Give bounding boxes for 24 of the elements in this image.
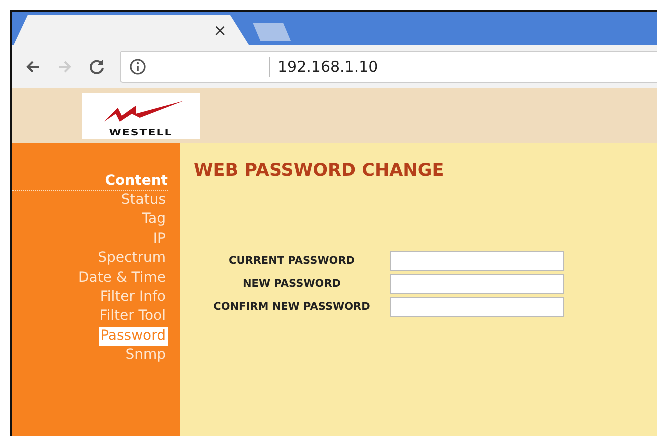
sidebar-item[interactable]: Filter Info	[98, 288, 168, 308]
address-bar[interactable]: 192.168.1.10	[120, 50, 657, 82]
sidebar-item[interactable]: Filter Tool	[98, 307, 168, 327]
page-title: WEB PASSWORD CHANGE	[194, 161, 446, 181]
field-label: CONFIRM NEW PASSWORD	[212, 301, 372, 313]
sidebar-item[interactable]: Snmp	[124, 346, 168, 366]
sidebar-item[interactable]: Spectrum	[96, 249, 168, 269]
tab-close-button[interactable]: ×	[214, 20, 227, 40]
browser-tab[interactable]: ×	[14, 15, 249, 45]
info-icon[interactable]	[129, 58, 147, 76]
sidebar-heading: Content	[12, 173, 168, 191]
reload-icon[interactable]	[88, 58, 106, 76]
password-field[interactable]	[390, 297, 564, 317]
sidebar-item[interactable]: Password	[98, 326, 168, 346]
password-field[interactable]	[390, 274, 564, 294]
field-label: CURRENT PASSWORD	[228, 255, 356, 267]
sidebar-item[interactable]: Date & Time	[76, 268, 168, 288]
password-field[interactable]	[390, 251, 564, 271]
sidebar-item[interactable]: Tag	[140, 210, 168, 230]
url-text: 192.168.1.10	[269, 56, 378, 76]
sidebar-item[interactable]: IP	[151, 230, 168, 250]
field-label: NEW PASSWORD	[242, 278, 342, 290]
sidebar-item[interactable]: Status	[119, 191, 168, 210]
logo: WESTELL	[82, 92, 200, 138]
